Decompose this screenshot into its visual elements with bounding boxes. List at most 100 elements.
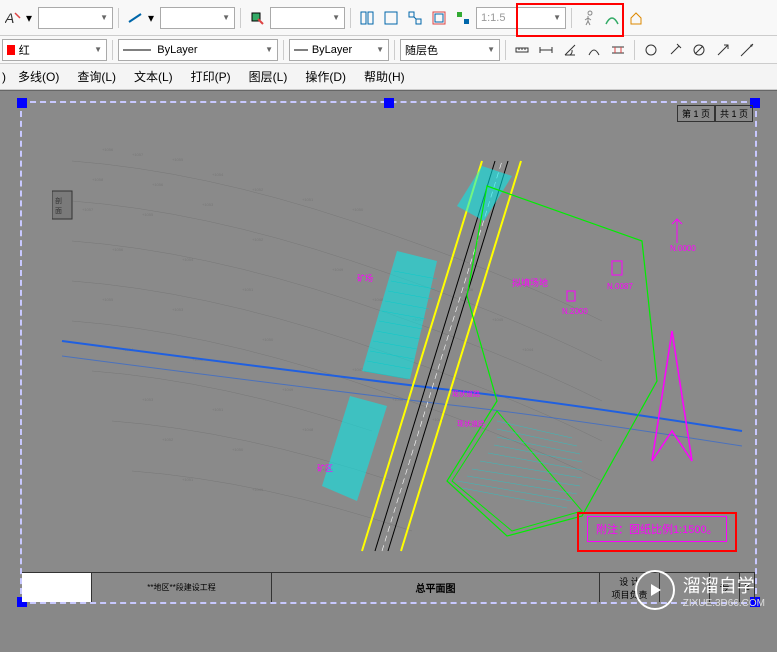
layout-icon-1[interactable] <box>356 7 378 29</box>
color-combo[interactable]: ▼ <box>2 39 107 61</box>
menu-layer[interactable]: 图层(L) <box>241 65 296 88</box>
chevron-down-icon: ▼ <box>265 45 273 54</box>
svg-text:N.2000: N.2000 <box>562 307 588 316</box>
color2-combo[interactable]: ▼ <box>400 39 500 61</box>
page-info: 第 1 页 共 1 页 <box>677 105 753 122</box>
svg-text:+1056: +1056 <box>102 147 114 152</box>
linetype-combo-2[interactable]: ▼ <box>289 39 389 61</box>
dim-angle-icon[interactable] <box>559 39 581 61</box>
menu-print[interactable]: 打印(P) <box>183 65 239 88</box>
layout-icon-5[interactable] <box>452 7 474 29</box>
separator <box>505 40 506 60</box>
svg-text:+1056: +1056 <box>112 247 124 252</box>
svg-text:A: A <box>5 10 14 26</box>
dropdown-arrow-icon[interactable]: ▾ <box>26 11 36 25</box>
tb-title: 总平面图 <box>272 573 600 602</box>
paint-icon[interactable] <box>246 7 268 29</box>
svg-text:+1055: +1055 <box>102 297 114 302</box>
svg-text:面: 面 <box>55 207 62 215</box>
svg-text:+1050: +1050 <box>352 207 364 212</box>
dim-arc-icon[interactable] <box>583 39 605 61</box>
line-style-icon[interactable] <box>124 7 146 29</box>
svg-text:+1053: +1053 <box>142 397 154 402</box>
svg-text:+1051: +1051 <box>242 287 254 292</box>
menu-polyline[interactable]: 多线(O) <box>10 65 67 88</box>
separator <box>283 40 284 60</box>
selection-handle[interactable] <box>384 98 394 108</box>
scale-combo[interactable]: ▼ <box>476 7 566 29</box>
circle-tool-icon[interactable] <box>640 39 662 61</box>
color2-input[interactable] <box>405 44 485 56</box>
chevron-down-icon: ▼ <box>222 13 230 22</box>
svg-text:+1055: +1055 <box>142 212 154 217</box>
tb-project: **地区**段建设工程 <box>92 573 272 602</box>
svg-text:+1047: +1047 <box>352 367 364 372</box>
combo-3-input[interactable] <box>275 12 330 24</box>
selection-handle[interactable] <box>17 98 27 108</box>
arrow-tool-icon[interactable] <box>712 39 734 61</box>
drawing-paper[interactable]: 第 1 页 共 1 页 +1056+1057+1055 +1058+1056+1… <box>20 101 757 604</box>
watermark-brand: 溜溜自学 <box>683 572 765 598</box>
move-tool-icon[interactable] <box>736 39 758 61</box>
svg-text:+1058: +1058 <box>92 177 104 182</box>
svg-text:+1048: +1048 <box>372 297 384 302</box>
menu-text[interactable]: 文本(L) <box>126 65 181 88</box>
play-icon <box>635 570 675 610</box>
line-preview-icon <box>123 46 151 54</box>
home-icon[interactable] <box>625 7 647 29</box>
ruler-icon[interactable] <box>511 39 533 61</box>
combo-2-input[interactable] <box>165 12 220 24</box>
chevron-down-icon: ▼ <box>94 45 102 54</box>
menu-edge: ) <box>2 70 8 84</box>
style-combo[interactable]: ▼ <box>38 7 113 29</box>
combo-2[interactable]: ▼ <box>160 7 235 29</box>
svg-text:+1055: +1055 <box>172 157 184 162</box>
dropdown-arrow-icon[interactable]: ▾ <box>148 11 158 25</box>
svg-text:+1049: +1049 <box>332 267 344 272</box>
circle-slash-icon[interactable] <box>688 39 710 61</box>
svg-text:N.0000: N.0000 <box>670 244 696 253</box>
tb-logo <box>22 573 92 602</box>
drawing-viewport[interactable]: 第 1 页 共 1 页 +1056+1057+1055 +1058+1056+1… <box>0 90 777 652</box>
chevron-down-icon: ▼ <box>332 13 340 22</box>
chevron-down-icon: ▼ <box>553 13 561 22</box>
linetype-combo-1[interactable]: ▼ <box>118 39 278 61</box>
svg-text:+1051: +1051 <box>302 197 314 202</box>
svg-text:矿区: 矿区 <box>317 463 333 473</box>
menu-query[interactable]: 查询(L) <box>69 65 124 88</box>
combo-3[interactable]: ▼ <box>270 7 345 29</box>
linetype-input-1[interactable] <box>157 44 263 56</box>
separator <box>240 8 241 28</box>
page-current: 第 1 页 <box>677 105 715 122</box>
dim-multi-icon[interactable] <box>607 39 629 61</box>
color-input[interactable] <box>19 44 92 56</box>
separator <box>634 40 635 60</box>
svg-text:+1056: +1056 <box>152 182 164 187</box>
linetype-input-2[interactable] <box>312 44 374 56</box>
svg-text:+1051: +1051 <box>212 407 224 412</box>
svg-text:+1049: +1049 <box>252 487 264 492</box>
svg-text:现状道路: 现状道路 <box>457 419 485 428</box>
chevron-down-icon: ▼ <box>487 45 495 54</box>
font-style-icon[interactable]: A <box>2 7 24 29</box>
tool-icon[interactable] <box>664 39 686 61</box>
scale-input[interactable] <box>481 12 551 24</box>
walk-icon[interactable] <box>577 7 599 29</box>
svg-text:+1053: +1053 <box>202 202 214 207</box>
layout-icon-3[interactable] <box>404 7 426 29</box>
svg-text:+1052: +1052 <box>252 187 264 192</box>
layout-icon-4[interactable] <box>428 7 450 29</box>
annotation-text: 附注：图纸比例1:1500。 <box>596 524 718 536</box>
svg-text:+1044: +1044 <box>522 347 534 352</box>
path-icon[interactable] <box>601 7 623 29</box>
menu-help[interactable]: 帮助(H) <box>356 65 413 88</box>
style-input[interactable] <box>43 12 98 24</box>
separator <box>350 8 351 28</box>
separator <box>571 8 572 28</box>
label-area: 拟填场地 <box>512 277 548 288</box>
svg-text:+1053: +1053 <box>172 307 184 312</box>
dim-linear-icon[interactable] <box>535 39 557 61</box>
site-plan-drawing: +1056+1057+1055 +1058+1056+1054 +1057+10… <box>52 121 752 581</box>
menu-operation[interactable]: 操作(D) <box>297 65 354 88</box>
layout-icon-2[interactable] <box>380 7 402 29</box>
